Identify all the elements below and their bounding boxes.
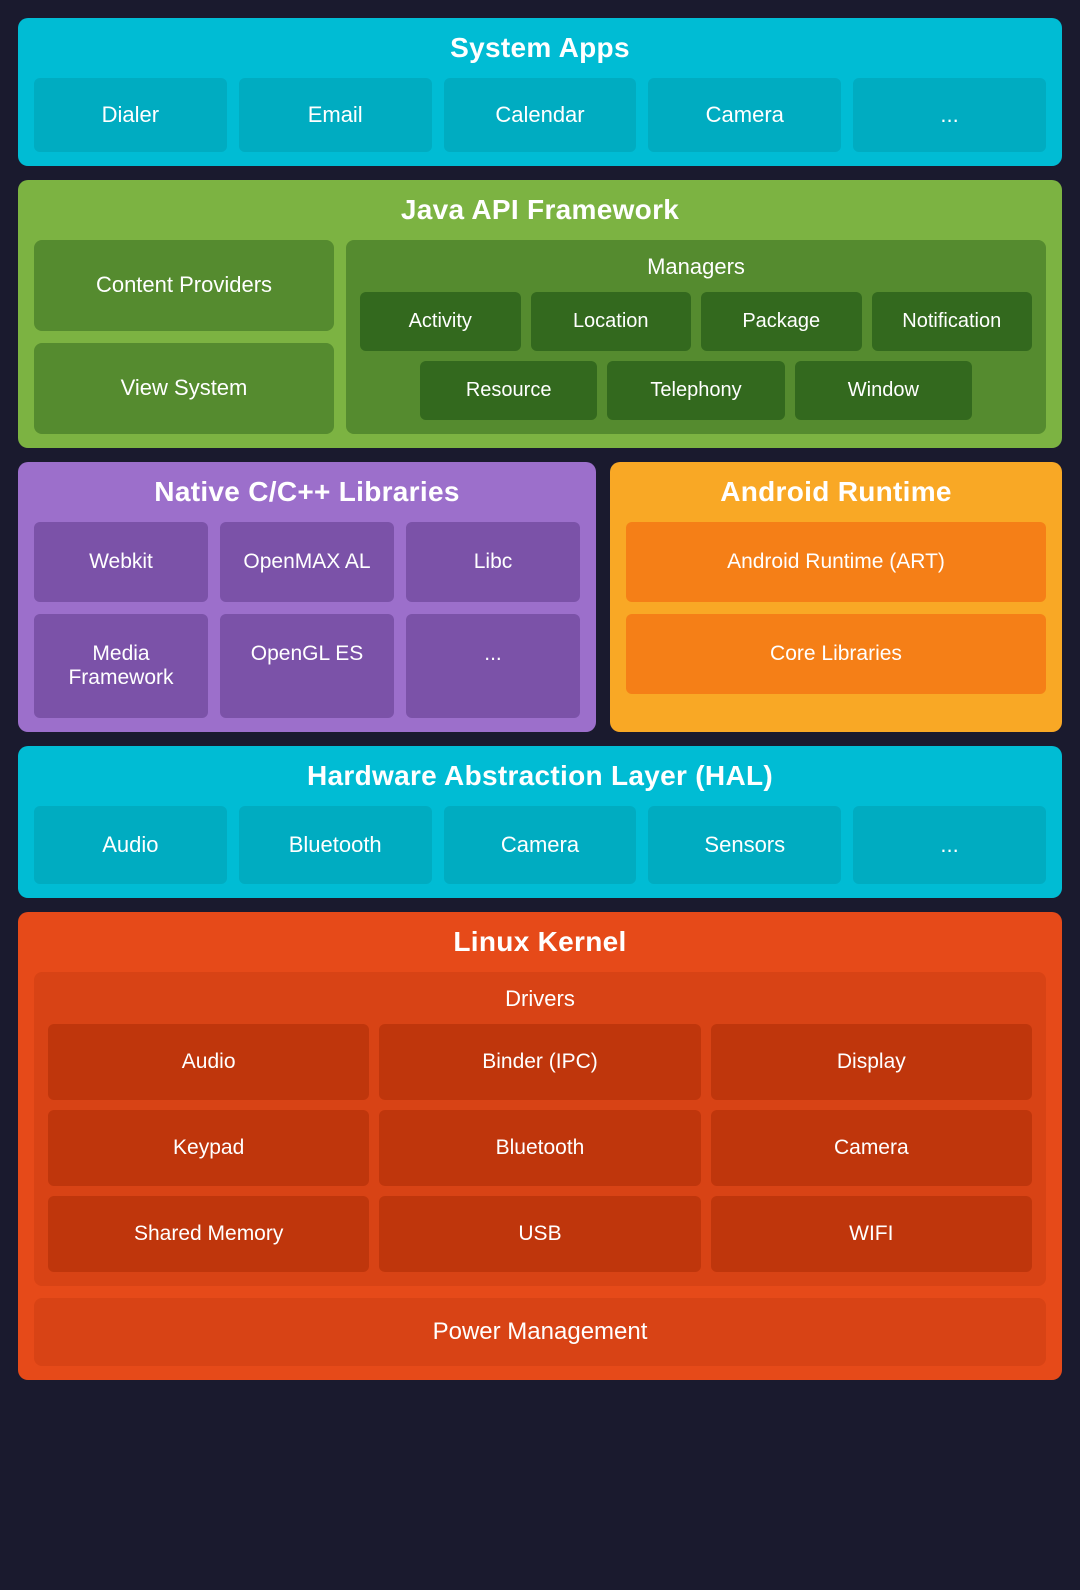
app-more: ... — [853, 78, 1046, 152]
manager-location: Location — [531, 292, 692, 351]
java-api-left: Content Providers View System — [34, 240, 334, 434]
driver-usb: USB — [379, 1196, 700, 1272]
app-dialer: Dialer — [34, 78, 227, 152]
content-providers-box: Content Providers — [34, 240, 334, 331]
android-runtime-title: Android Runtime — [626, 476, 1046, 508]
manager-window: Window — [795, 361, 972, 420]
manager-telephony: Telephony — [607, 361, 784, 420]
native-runtime-row: Native C/C++ Libraries Webkit OpenMAX AL… — [18, 462, 1062, 732]
drivers-title: Drivers — [48, 986, 1032, 1012]
hal-row: Audio Bluetooth Camera Sensors ... — [34, 806, 1046, 884]
manager-notification: Notification — [872, 292, 1033, 351]
managers-row1: Activity Location Package Notification — [360, 292, 1032, 351]
view-system-box: View System — [34, 343, 334, 434]
apps-row: Dialer Email Calendar Camera ... — [34, 78, 1046, 152]
linux-kernel-layer: Linux Kernel Drivers Audio Binder (IPC) … — [18, 912, 1062, 1380]
hal-camera: Camera — [444, 806, 637, 884]
lib-openmax: OpenMAX AL — [220, 522, 394, 602]
manager-package: Package — [701, 292, 862, 351]
driver-camera: Camera — [711, 1110, 1032, 1186]
core-libraries-box: Core Libraries — [626, 614, 1046, 694]
java-api-title: Java API Framework — [34, 194, 1046, 226]
lib-webkit: Webkit — [34, 522, 208, 602]
drivers-grid: Audio Binder (IPC) Display Keypad Blueto… — [48, 1024, 1032, 1272]
native-libs-layer: Native C/C++ Libraries Webkit OpenMAX AL… — [18, 462, 596, 732]
driver-audio: Audio — [48, 1024, 369, 1100]
drivers-section: Drivers Audio Binder (IPC) Display Keypa… — [34, 972, 1046, 1286]
manager-resource: Resource — [420, 361, 597, 420]
driver-wifi: WIFI — [711, 1196, 1032, 1272]
driver-binder: Binder (IPC) — [379, 1024, 700, 1100]
hal-sensors: Sensors — [648, 806, 841, 884]
app-calendar: Calendar — [444, 78, 637, 152]
native-libs-title: Native C/C++ Libraries — [34, 476, 580, 508]
lib-more: ... — [406, 614, 580, 718]
lib-media: Media Framework — [34, 614, 208, 718]
app-camera: Camera — [648, 78, 841, 152]
driver-shared-memory: Shared Memory — [48, 1196, 369, 1272]
hal-more: ... — [853, 806, 1046, 884]
libs-grid: Webkit OpenMAX AL Libc Media Framework O… — [34, 522, 580, 718]
power-management-box: Power Management — [34, 1298, 1046, 1366]
app-email: Email — [239, 78, 432, 152]
system-apps-title: System Apps — [34, 32, 1046, 64]
driver-bluetooth: Bluetooth — [379, 1110, 700, 1186]
hal-audio: Audio — [34, 806, 227, 884]
android-runtime-layer: Android Runtime Android Runtime (ART) Co… — [610, 462, 1062, 732]
driver-display: Display — [711, 1024, 1032, 1100]
lib-libc: Libc — [406, 522, 580, 602]
linux-kernel-title: Linux Kernel — [34, 926, 1046, 958]
managers-row2: Resource Telephony Window — [360, 361, 1032, 420]
driver-keypad: Keypad — [48, 1110, 369, 1186]
hal-bluetooth: Bluetooth — [239, 806, 432, 884]
managers-section: Managers Activity Location Package Notif… — [346, 240, 1046, 434]
managers-title: Managers — [360, 254, 1032, 280]
java-api-layer: Java API Framework Content Providers Vie… — [18, 180, 1062, 448]
manager-activity: Activity — [360, 292, 521, 351]
lib-opengl: OpenGL ES — [220, 614, 394, 718]
hal-layer: Hardware Abstraction Layer (HAL) Audio B… — [18, 746, 1062, 898]
art-box: Android Runtime (ART) — [626, 522, 1046, 602]
hal-title: Hardware Abstraction Layer (HAL) — [34, 760, 1046, 792]
java-api-inner: Content Providers View System Managers A… — [34, 240, 1046, 434]
system-apps-layer: System Apps Dialer Email Calendar Camera… — [18, 18, 1062, 166]
